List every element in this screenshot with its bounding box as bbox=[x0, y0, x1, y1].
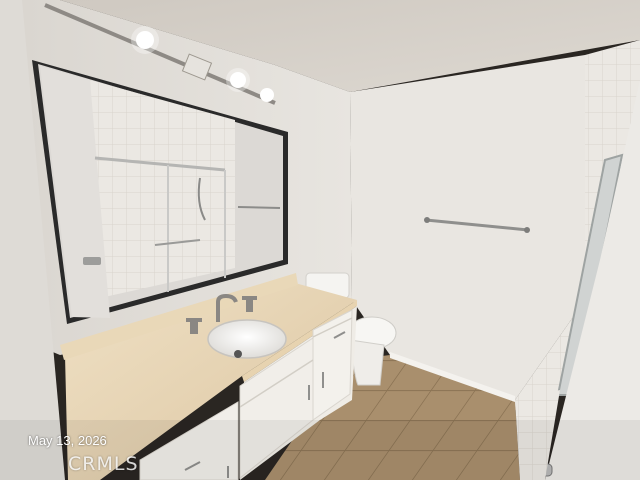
watermark: CRMLS bbox=[68, 453, 139, 475]
sink-basin bbox=[207, 319, 287, 359]
bathroom-photo: May 13, 2026 CRMLS bbox=[0, 0, 640, 480]
back-wall bbox=[350, 55, 585, 400]
light-bulb-3 bbox=[260, 88, 274, 102]
bathroom-illustration bbox=[0, 0, 640, 480]
date-stamp: May 13, 2026 bbox=[28, 433, 107, 448]
